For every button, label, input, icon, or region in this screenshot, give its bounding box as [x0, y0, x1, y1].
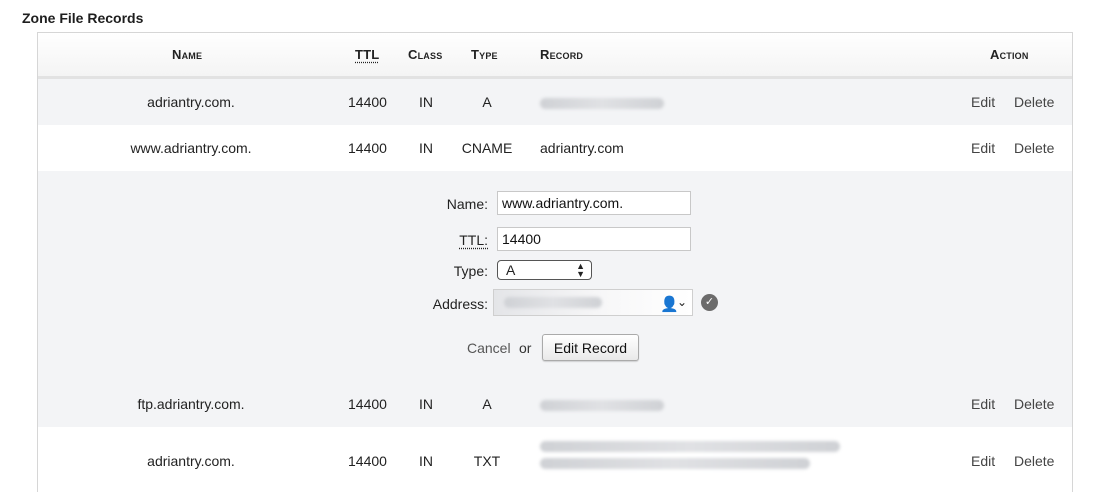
record-ttl: 14400: [348, 140, 387, 156]
record-name: adriantry.com.: [147, 94, 235, 110]
address-value-obscured: [504, 297, 602, 309]
edit-record-button[interactable]: Edit Record: [542, 334, 639, 361]
record-value: adriantry.com: [540, 140, 624, 156]
record-class: IN: [419, 396, 433, 412]
type-label: Type:: [453, 263, 488, 279]
table-row: adriantry.com. 14400 IN A Edit Delete: [38, 79, 1072, 125]
record-type: CNAME: [461, 140, 513, 156]
record-name: www.adriantry.com.: [130, 140, 252, 156]
edit-link[interactable]: Edit: [971, 140, 995, 156]
table-row: ftp.adriantry.com. 14400 IN A Edit Delet…: [38, 381, 1072, 427]
record-name: ftp.adriantry.com.: [137, 396, 245, 412]
delete-link[interactable]: Delete: [1014, 94, 1054, 110]
column-header-ttl: TTL: [355, 47, 380, 62]
record-class: IN: [419, 94, 433, 110]
record-ttl: 14400: [348, 94, 387, 110]
delete-link[interactable]: Delete: [1014, 453, 1054, 469]
table-header: Name TTL Class Type Record Action: [38, 33, 1072, 79]
check-circle-icon: ✓: [701, 294, 718, 311]
edit-link[interactable]: Edit: [971, 453, 995, 469]
select-arrows-icon: ▲ ▼: [576, 261, 585, 279]
record-class: IN: [419, 140, 433, 156]
zone-records-table: Name TTL Class Type Record Action adrian…: [37, 32, 1073, 492]
name-label: Name:: [446, 196, 488, 212]
name-input[interactable]: [497, 191, 691, 215]
delete-link[interactable]: Delete: [1014, 140, 1054, 156]
edit-record-panel: Name: TTL: Type: A ▲▼ Address: 👤 ⌄ ✓ Can…: [38, 171, 1072, 381]
record-value-obscured: [540, 441, 840, 469]
column-header-name: Name: [172, 47, 203, 62]
page-title: Zone File Records: [22, 10, 144, 26]
record-class: IN: [419, 453, 433, 469]
type-select[interactable]: A ▲ ▼: [497, 260, 592, 280]
record-ttl: 14400: [348, 453, 387, 469]
chevron-down-icon[interactable]: ⌄: [677, 295, 687, 309]
record-value-obscured: [540, 94, 664, 110]
address-label: Address:: [432, 296, 488, 312]
record-name: adriantry.com.: [147, 453, 235, 469]
record-type: TXT: [473, 453, 501, 469]
type-select-value: A: [506, 262, 516, 278]
ttl-input[interactable]: [497, 227, 691, 251]
edit-link[interactable]: Edit: [971, 396, 995, 412]
column-header-type: Type: [471, 47, 498, 62]
column-header-action: Action: [990, 47, 1029, 62]
delete-link[interactable]: Delete: [1014, 396, 1054, 412]
record-type: A: [482, 396, 492, 412]
ttl-label: TTL:: [459, 232, 488, 248]
column-header-class: Class: [408, 47, 443, 62]
user-icon[interactable]: 👤: [660, 295, 679, 313]
record-type: A: [482, 94, 492, 110]
table-row: www.adriantry.com. 14400 IN CNAME adrian…: [38, 125, 1072, 171]
edit-link[interactable]: Edit: [971, 94, 995, 110]
table-row: adriantry.com. 14400 IN TXT Edit Delete: [38, 427, 1072, 497]
record-value-obscured: [540, 396, 664, 412]
or-text: or: [519, 340, 532, 356]
record-ttl: 14400: [348, 396, 387, 412]
cancel-link[interactable]: Cancel: [467, 340, 511, 356]
column-header-record: Record: [540, 47, 584, 62]
